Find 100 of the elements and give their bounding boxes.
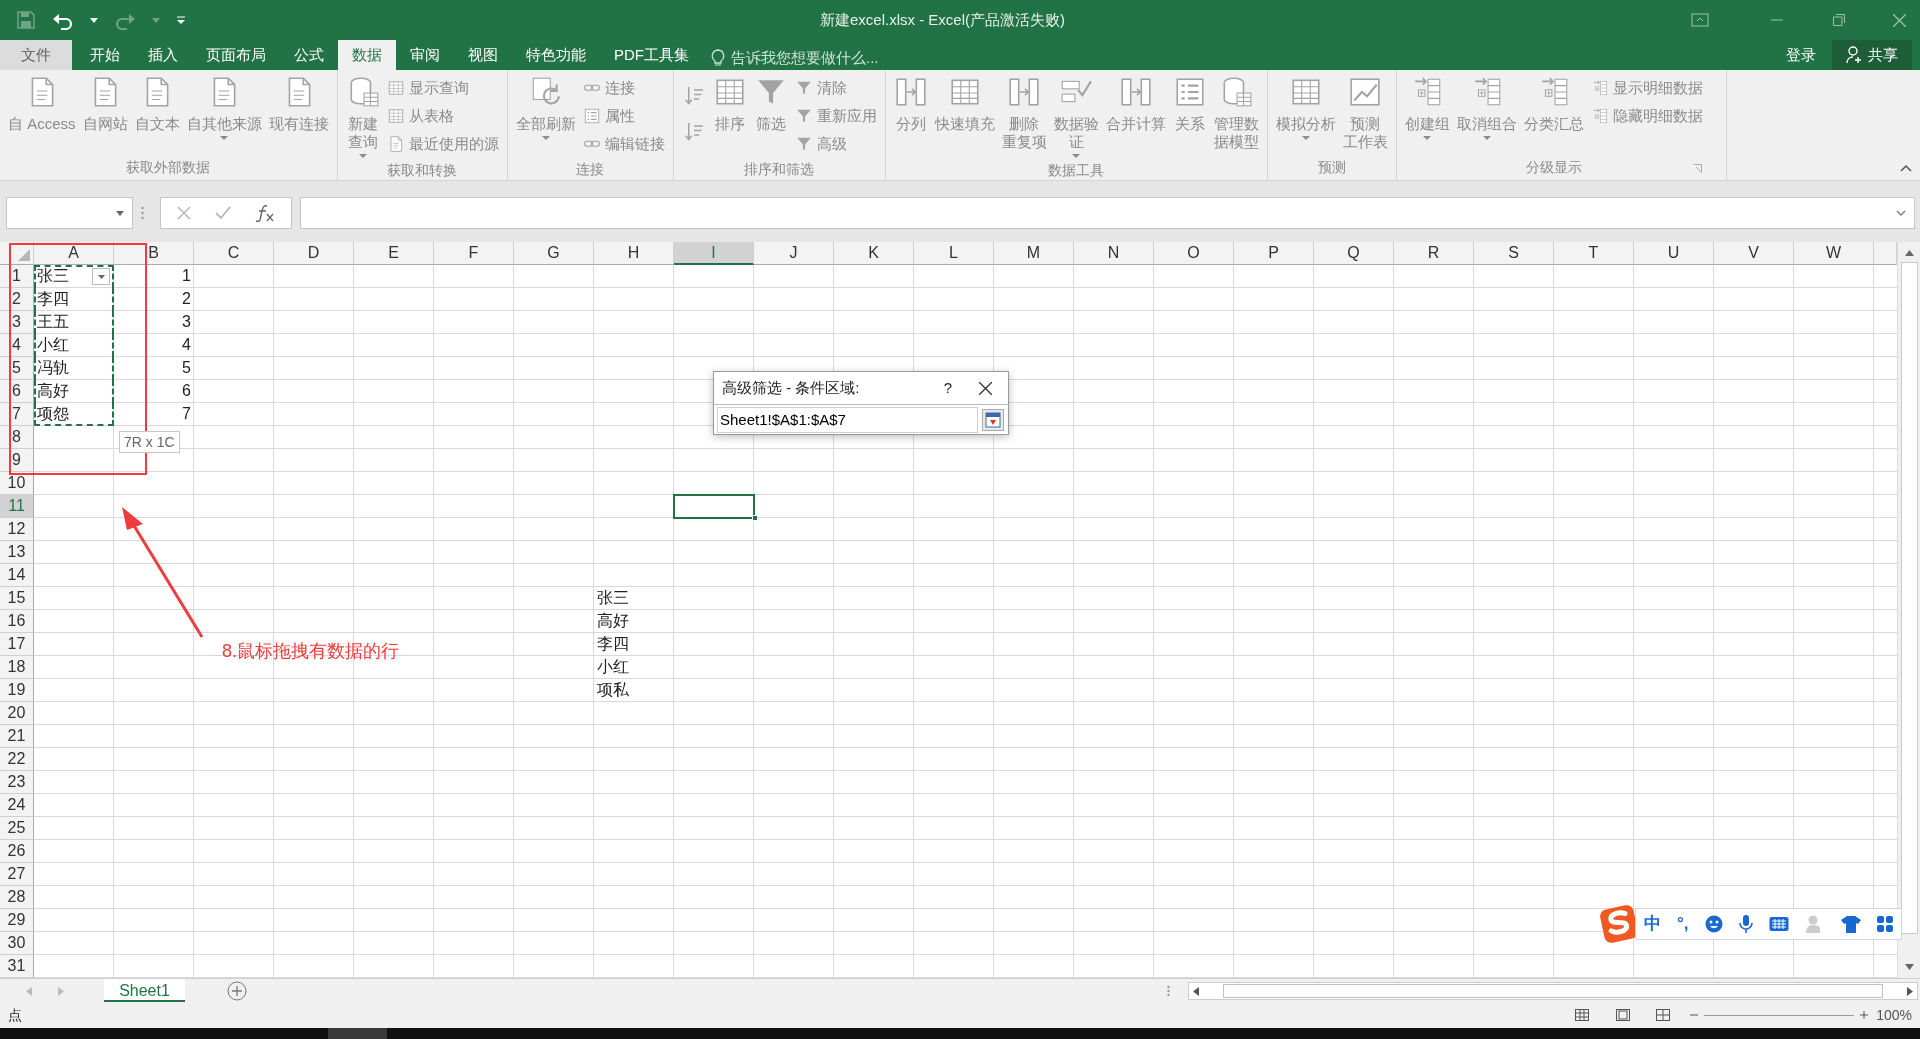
row-header[interactable]: 5 xyxy=(0,357,34,380)
row-header[interactable]: 16 xyxy=(0,610,34,633)
ribbon-tab[interactable]: 审阅 xyxy=(396,40,454,70)
column-header[interactable]: T xyxy=(1554,242,1634,265)
column-header[interactable]: R xyxy=(1394,242,1474,265)
ribbon-tab[interactable]: 视图 xyxy=(454,40,512,70)
row-header[interactable]: 7 xyxy=(0,403,34,426)
scroll-right-icon[interactable] xyxy=(1907,986,1913,996)
row-header[interactable]: 14 xyxy=(0,564,34,587)
row-header[interactable]: 13 xyxy=(0,541,34,564)
ribbon-tab[interactable]: 插入 xyxy=(134,40,192,70)
column-header[interactable]: F xyxy=(434,242,514,265)
row-header[interactable]: 3 xyxy=(0,311,34,334)
scroll-up-icon[interactable] xyxy=(1904,250,1914,256)
add-sheet-icon[interactable] xyxy=(227,981,247,1001)
column-header[interactable]: H xyxy=(594,242,674,265)
row-header[interactable]: 30 xyxy=(0,932,34,955)
row-header[interactable]: 18 xyxy=(0,656,34,679)
insert-function-icon[interactable] xyxy=(255,204,275,222)
punctuation-toggle[interactable]: °, xyxy=(1677,910,1689,937)
zoom-in-icon[interactable] xyxy=(1860,1011,1869,1019)
input-mode-toggle[interactable]: 中 xyxy=(1644,910,1661,937)
column-header[interactable]: I xyxy=(674,242,754,265)
row-header[interactable]: 29 xyxy=(0,909,34,932)
column-header[interactable]: A xyxy=(34,242,114,265)
row-header[interactable]: 17 xyxy=(0,633,34,656)
splitter-icon[interactable] xyxy=(1167,985,1170,997)
row-header[interactable]: 1 xyxy=(0,265,34,288)
column-header[interactable]: Q xyxy=(1314,242,1394,265)
row-header[interactable]: 12 xyxy=(0,518,34,541)
column-header[interactable]: G xyxy=(514,242,594,265)
sign-in-link[interactable]: 登录 xyxy=(1786,43,1816,67)
ribbon-display-icon[interactable] xyxy=(1691,13,1709,27)
microphone-icon[interactable] xyxy=(1738,913,1753,934)
help-button[interactable]: ? xyxy=(934,376,962,400)
filter-dropdown-button[interactable] xyxy=(92,268,110,285)
column-header[interactable]: L xyxy=(914,242,994,265)
row-header[interactable]: 8 xyxy=(0,426,34,449)
cancel-icon[interactable] xyxy=(177,206,191,220)
row-header[interactable]: 9 xyxy=(0,449,34,472)
horizontal-scrollbar[interactable] xyxy=(1188,982,1918,1000)
scrollbar-thumb[interactable] xyxy=(1223,984,1883,998)
row-header[interactable]: 23 xyxy=(0,771,34,794)
column-header[interactable]: E xyxy=(354,242,434,265)
ribbon-tab[interactable]: 特色功能 xyxy=(512,40,600,70)
ribbon-tab[interactable]: 数据 xyxy=(338,40,396,70)
row-header[interactable]: 27 xyxy=(0,863,34,886)
row-header[interactable]: 20 xyxy=(0,702,34,725)
page-layout-icon[interactable] xyxy=(1616,1009,1631,1021)
row-header[interactable]: 11 xyxy=(0,495,34,518)
close-icon[interactable] xyxy=(1893,13,1906,27)
column-header[interactable]: S xyxy=(1474,242,1554,265)
scrollbar-thumb[interactable] xyxy=(1900,262,1918,934)
row-header[interactable]: 28 xyxy=(0,886,34,909)
save-icon[interactable] xyxy=(16,10,36,30)
page-break-icon[interactable] xyxy=(1656,1009,1671,1021)
scroll-left-icon[interactable] xyxy=(1193,986,1199,996)
scroll-down-icon[interactable] xyxy=(1904,964,1914,970)
row-header[interactable]: 31 xyxy=(0,955,34,978)
shirt-icon[interactable] xyxy=(1840,914,1861,933)
tell-me-field[interactable]: 告诉我您想要做什么... xyxy=(729,45,929,70)
column-header[interactable]: U xyxy=(1634,242,1714,265)
column-header[interactable]: N xyxy=(1074,242,1154,265)
row-header[interactable]: 4 xyxy=(0,334,34,357)
row-header[interactable]: 2 xyxy=(0,288,34,311)
row-header[interactable]: 19 xyxy=(0,679,34,702)
splitter-icon[interactable] xyxy=(141,206,144,220)
ribbon-tab[interactable]: 公式 xyxy=(280,40,338,70)
column-header[interactable]: O xyxy=(1154,242,1234,265)
row-header[interactable]: 25 xyxy=(0,817,34,840)
apps-grid-icon[interactable] xyxy=(1876,915,1893,932)
customize-icon[interactable] xyxy=(176,15,186,25)
row-header[interactable]: 22 xyxy=(0,748,34,771)
column-header[interactable]: K xyxy=(834,242,914,265)
row-header[interactable]: 10 xyxy=(0,472,34,495)
ribbon-tab[interactable]: PDF工具集 xyxy=(600,40,703,70)
column-header[interactable]: J xyxy=(754,242,834,265)
column-header[interactable]: C xyxy=(194,242,274,265)
ribbon-tab[interactable]: 开始 xyxy=(76,40,134,70)
normal-view-icon[interactable] xyxy=(1575,1009,1590,1021)
smiley-icon[interactable] xyxy=(1704,914,1723,933)
restore-icon[interactable] xyxy=(1833,14,1845,26)
active-cell[interactable] xyxy=(673,494,755,519)
caret-icon[interactable] xyxy=(90,17,98,23)
formula-input[interactable] xyxy=(300,197,1915,229)
column-header[interactable]: P xyxy=(1234,242,1314,265)
row-header[interactable]: 15 xyxy=(0,587,34,610)
column-header[interactable]: V xyxy=(1714,242,1794,265)
sheet-tab[interactable]: Sheet1 xyxy=(104,979,185,1002)
column-header[interactable]: D xyxy=(274,242,354,265)
column-header[interactable]: W xyxy=(1794,242,1874,265)
file-tab[interactable]: 文件 xyxy=(0,40,72,70)
collapse-dialog-button[interactable] xyxy=(982,408,1004,431)
column-header[interactable]: M xyxy=(994,242,1074,265)
zoom-level[interactable]: 100% xyxy=(1876,1004,1912,1026)
range-input[interactable]: Sheet1!$A$1:$A$7 xyxy=(717,406,978,433)
column-header[interactable]: B xyxy=(114,242,194,265)
fill-handle[interactable] xyxy=(752,515,758,521)
row-header[interactable]: 6 xyxy=(0,380,34,403)
share-button[interactable]: 共享 xyxy=(1832,40,1912,70)
